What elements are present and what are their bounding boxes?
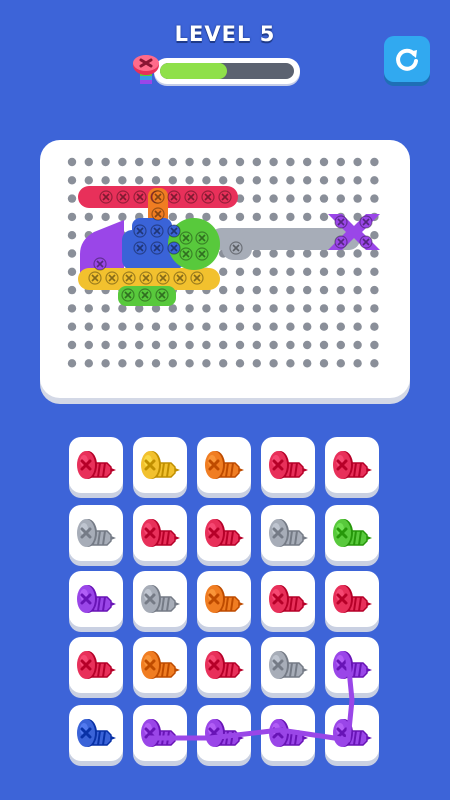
purple-screw-icon [141, 719, 180, 747]
tray-slot-orange-screw[interactable] [197, 437, 251, 493]
purple-screw-icon [333, 719, 372, 747]
tray-slot-purple-screw[interactable] [69, 571, 123, 627]
tray-slot-purple-screw[interactable] [325, 637, 379, 693]
purple-screw-icon [77, 585, 116, 613]
tray-slot-red-screw[interactable] [261, 437, 315, 493]
gray-screw-icon [77, 519, 116, 547]
red-screw-icon [333, 585, 372, 613]
tray-slot-red-screw[interactable] [197, 637, 251, 693]
red-screw-icon [205, 651, 244, 679]
tray-slot-gray-screw[interactable] [261, 505, 315, 561]
red-screw-icon [333, 451, 372, 479]
tray-slot-orange-screw[interactable] [133, 637, 187, 693]
tray-slot-red-screw[interactable] [325, 571, 379, 627]
tray-slot-red-screw[interactable] [69, 437, 123, 493]
tray-slot-purple-screw[interactable] [133, 705, 187, 761]
tray-slot-gray-screw[interactable] [69, 505, 123, 561]
tray-slot-purple-screw[interactable] [197, 705, 251, 761]
tray-slot-red-screw[interactable] [261, 571, 315, 627]
tray-slot-red-screw[interactable] [325, 437, 379, 493]
tray-slot-orange-screw[interactable] [197, 571, 251, 627]
tray-slot-red-screw[interactable] [69, 637, 123, 693]
tray-slot-blue-screw[interactable] [69, 705, 123, 761]
purple-screw-icon [333, 651, 372, 679]
purple-screw-icon [205, 719, 244, 747]
blue-screw-icon [77, 719, 116, 747]
gray-screw-icon [269, 651, 308, 679]
tray-slot-gray-screw[interactable] [133, 571, 187, 627]
red-screw-icon [141, 519, 180, 547]
tray-slot-yellow-screw[interactable] [133, 437, 187, 493]
orange-screw-icon [205, 585, 244, 613]
tray-slot-purple-screw[interactable] [325, 705, 379, 761]
orange-screw-icon [205, 451, 244, 479]
tray-slot-red-screw[interactable] [197, 505, 251, 561]
red-screw-icon [77, 651, 116, 679]
orange-screw-icon [141, 651, 180, 679]
red-screw-icon [269, 451, 308, 479]
tray-slot-green-screw[interactable] [325, 505, 379, 561]
tray-slot-gray-screw[interactable] [261, 637, 315, 693]
purple-screw-icon [269, 719, 308, 747]
screw-tray [0, 0, 450, 800]
red-screw-icon [269, 585, 308, 613]
green-screw-icon [333, 519, 372, 547]
tray-slot-purple-screw[interactable] [261, 705, 315, 761]
red-screw-icon [77, 451, 116, 479]
red-screw-icon [205, 519, 244, 547]
tray-slot-red-screw[interactable] [133, 505, 187, 561]
yellow-screw-icon [141, 451, 180, 479]
gray-screw-icon [141, 585, 180, 613]
gray-screw-icon [269, 519, 308, 547]
